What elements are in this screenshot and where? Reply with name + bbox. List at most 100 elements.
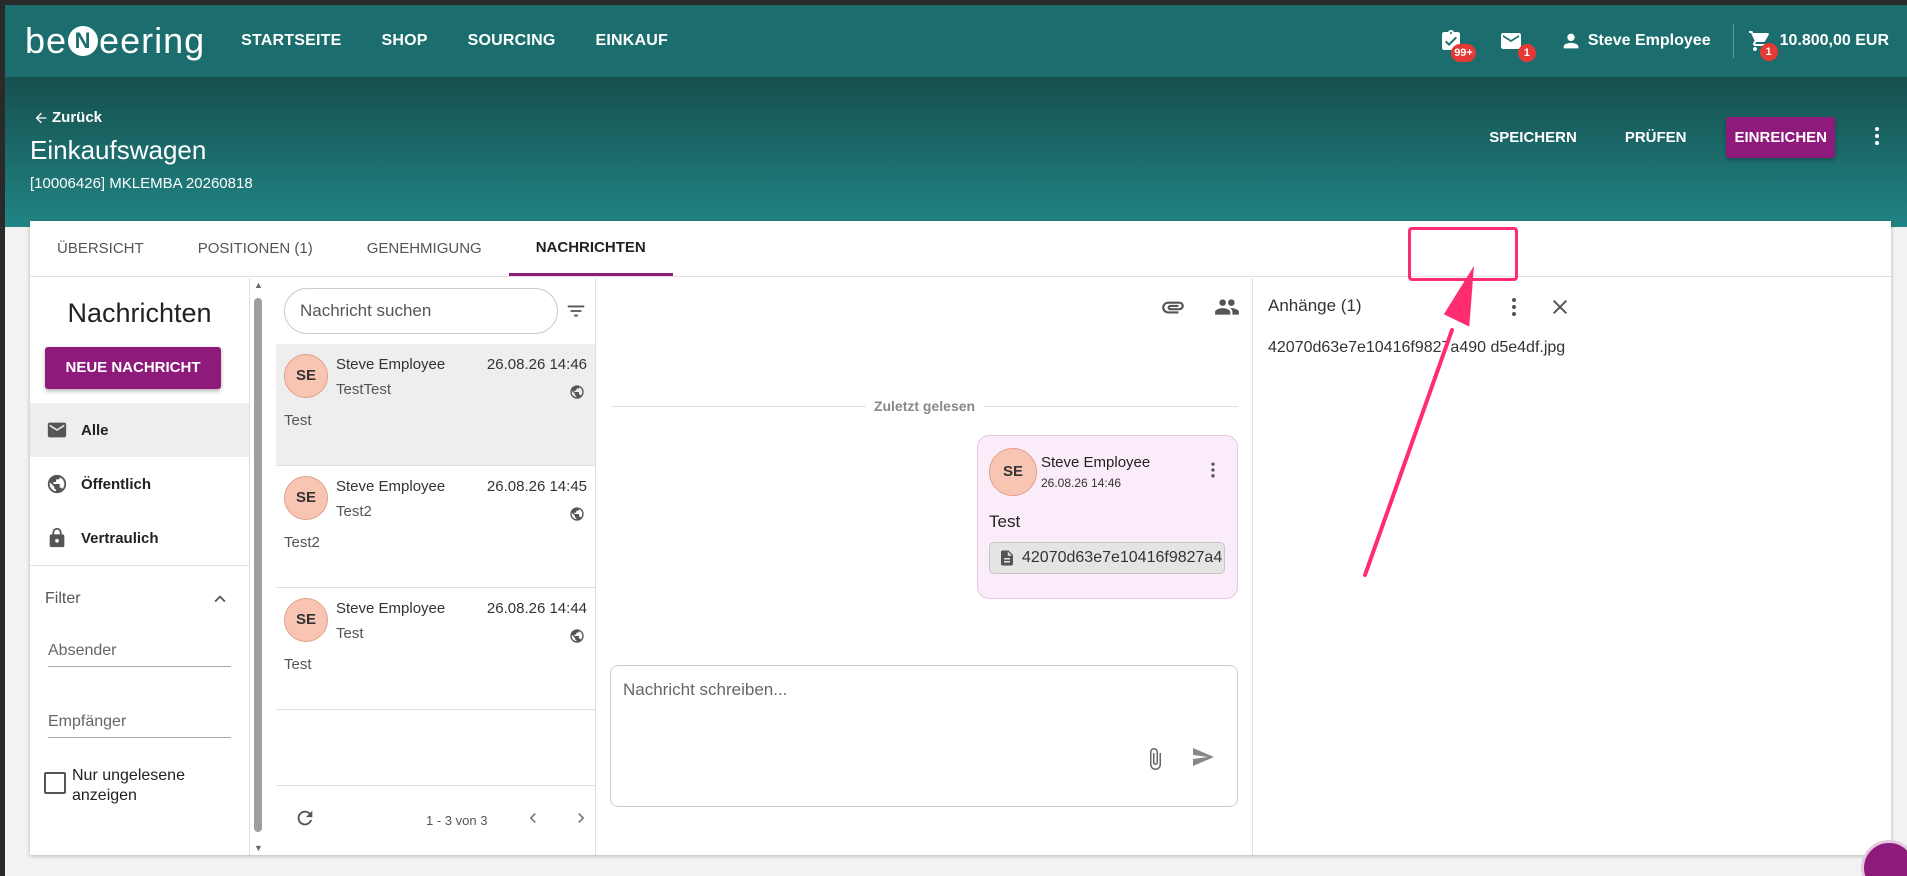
paperclip-icon[interactable]: [1143, 747, 1167, 776]
bubble-sender: Steve Employee: [1041, 454, 1151, 471]
list-item[interactable]: SE Steve Employee 26.08.26 14:45 Test2 T…: [276, 466, 595, 588]
topbar-right: 99+ 1 Steve Employee 1 10.800,00 EUR: [1406, 24, 1889, 62]
person-icon: [1563, 33, 1579, 49]
tasks-badge: 99+: [1451, 44, 1476, 62]
folder-label: Vertraulich: [81, 529, 159, 547]
top-navigation-bar: be N eering STARTSEITE SHOP SOURCING EIN…: [5, 5, 1907, 77]
conversation-tools: [1132, 294, 1240, 325]
cart-icon-wrap: 1: [1748, 29, 1778, 61]
tasks-button[interactable]: 99+: [1436, 26, 1476, 62]
message-items: SE Steve Employee 26.08.26 14:46 TestTes…: [276, 344, 595, 710]
compose-box[interactable]: Nachricht schreiben...: [610, 665, 1238, 807]
filter-list-icon[interactable]: [565, 300, 587, 327]
globe-icon: [569, 628, 585, 649]
message-date: 26.08.26 14:44: [486, 600, 587, 617]
folder-label: Öffentlich: [81, 475, 151, 493]
check-button[interactable]: PRÜFEN: [1625, 129, 1687, 146]
list-footer: 1 - 3 von 3: [276, 785, 595, 855]
message-sender: Steve Employee: [336, 600, 446, 617]
messages-sidebar: Nachrichten NEUE NACHRICHT Alle Öffentli…: [30, 278, 250, 855]
lock-icon: [45, 526, 69, 550]
more-vert-icon[interactable]: [1502, 295, 1526, 324]
message-sender: Steve Employee: [336, 356, 446, 373]
folder-all[interactable]: Alle: [30, 403, 249, 457]
save-button[interactable]: SPEICHERN: [1489, 129, 1577, 146]
more-vert-icon: [1875, 126, 1879, 145]
filter-label: Filter: [45, 590, 81, 607]
chevron-up-icon: [214, 595, 226, 603]
back-link[interactable]: Zurück: [33, 109, 102, 126]
tab-bar: ÜBERSICHT POSITIONEN (1) GENEHMIGUNG NAC…: [30, 221, 1891, 277]
tab-positionen[interactable]: POSITIONEN (1): [171, 221, 340, 276]
main-card: ÜBERSICHT POSITIONEN (1) GENEHMIGUNG NAC…: [30, 221, 1891, 855]
cart-badge: 1: [1759, 43, 1778, 61]
recipient-field[interactable]: Empfänger: [48, 713, 231, 738]
tab-uebersicht[interactable]: ÜBERSICHT: [30, 221, 171, 276]
nav-einkauf[interactable]: EINKAUF: [595, 32, 668, 50]
cart-total: 10.800,00 EUR: [1779, 32, 1889, 49]
participants-icon[interactable]: [1214, 294, 1240, 325]
scroll-down-icon[interactable]: ▼: [254, 843, 263, 853]
nav-startseite[interactable]: STARTSEITE: [241, 32, 341, 50]
filter-toggle[interactable]: Filter: [30, 566, 249, 610]
header-actions: SPEICHERN PRÜFEN EINREICHEN: [1441, 117, 1889, 158]
page-title: Einkaufswagen: [30, 135, 207, 165]
mail-badge: 1: [1517, 44, 1536, 62]
annotation-highlight-box: [1408, 227, 1518, 281]
logo[interactable]: be N eering: [25, 20, 205, 62]
close-icon[interactable]: [1548, 295, 1572, 324]
message-preview: Test: [284, 412, 312, 429]
message-subject: TestTest: [336, 381, 392, 398]
chevron-right-icon[interactable]: [571, 808, 591, 833]
message-bubble: SE Steve Employee 26.08.26 14:46 Test 42…: [977, 435, 1238, 599]
submit-button[interactable]: EINREICHEN: [1726, 117, 1835, 158]
conversation-panel: Zuletzt gelesen SE Steve Employee 26.08.…: [596, 278, 1252, 855]
logo-text-right: eering: [99, 20, 206, 61]
send-icon[interactable]: [1191, 745, 1215, 774]
nav-sourcing[interactable]: SOURCING: [468, 32, 556, 50]
new-message-button[interactable]: NEUE NACHRICHT: [45, 347, 221, 389]
sidebar-scrollbar[interactable]: ▲ ▼: [252, 278, 264, 855]
avatar: SE: [284, 354, 328, 398]
scroll-thumb[interactable]: [254, 298, 262, 832]
globe-icon: [569, 506, 585, 527]
app-window: be N eering STARTSEITE SHOP SOURCING EIN…: [5, 5, 1907, 876]
list-item[interactable]: SE Steve Employee 26.08.26 14:46 TestTes…: [276, 344, 595, 466]
folder-label: Alle: [81, 421, 109, 439]
tab-genehmigung[interactable]: GENEHMIGUNG: [340, 221, 509, 276]
attachments-title: Anhänge (1): [1268, 296, 1362, 315]
user-menu[interactable]: Steve Employee: [1560, 30, 1711, 52]
globe-icon: [45, 472, 69, 496]
message-search-input[interactable]: Nachricht suchen: [284, 288, 558, 334]
avatar: SE: [284, 476, 328, 520]
nav-shop[interactable]: SHOP: [382, 32, 428, 50]
message-sender: Steve Employee: [336, 478, 446, 495]
mail-button[interactable]: 1: [1496, 26, 1536, 62]
tab-nachrichten[interactable]: NACHRICHTEN: [508, 221, 673, 276]
attachments-panel: Anhänge (1) 42070d63e7e10416f9827a490 d5…: [1252, 278, 1891, 855]
attachment-file[interactable]: 42070d63e7e10416f9827a490 d5e4df.jpg: [1268, 339, 1565, 357]
unread-checkbox[interactable]: [44, 772, 66, 794]
file-icon: [1001, 550, 1013, 566]
folder-confidential[interactable]: Vertraulich: [30, 511, 249, 565]
list-item[interactable]: SE Steve Employee 26.08.26 14:44 Test Te…: [276, 588, 595, 710]
message-subject: Test2: [336, 503, 372, 520]
globe-icon: [569, 384, 585, 405]
unread-filter[interactable]: Nur ungelesene anzeigen: [44, 766, 249, 806]
attachment-icon[interactable]: [1160, 294, 1186, 325]
arrow-left-icon: [35, 112, 47, 123]
folder-public[interactable]: Öffentlich: [30, 457, 249, 511]
logo-text-left: be: [25, 20, 68, 61]
message-date: 26.08.26 14:46: [486, 356, 587, 373]
cart-button[interactable]: 1 10.800,00 EUR: [1748, 29, 1889, 61]
last-read-divider: Zuletzt gelesen: [611, 398, 1239, 414]
avatar: SE: [284, 598, 328, 642]
message-date: 26.08.26 14:45: [486, 478, 587, 495]
refresh-icon[interactable]: [294, 807, 316, 834]
scroll-up-icon[interactable]: ▲: [254, 280, 263, 290]
sender-field[interactable]: Absender: [48, 642, 231, 667]
more-vert-icon[interactable]: [1203, 460, 1223, 485]
bubble-attachment[interactable]: 42070d63e7e10416f9827a4…: [989, 542, 1225, 574]
more-actions-button[interactable]: [1865, 124, 1889, 152]
chevron-left-icon[interactable]: [523, 808, 543, 833]
